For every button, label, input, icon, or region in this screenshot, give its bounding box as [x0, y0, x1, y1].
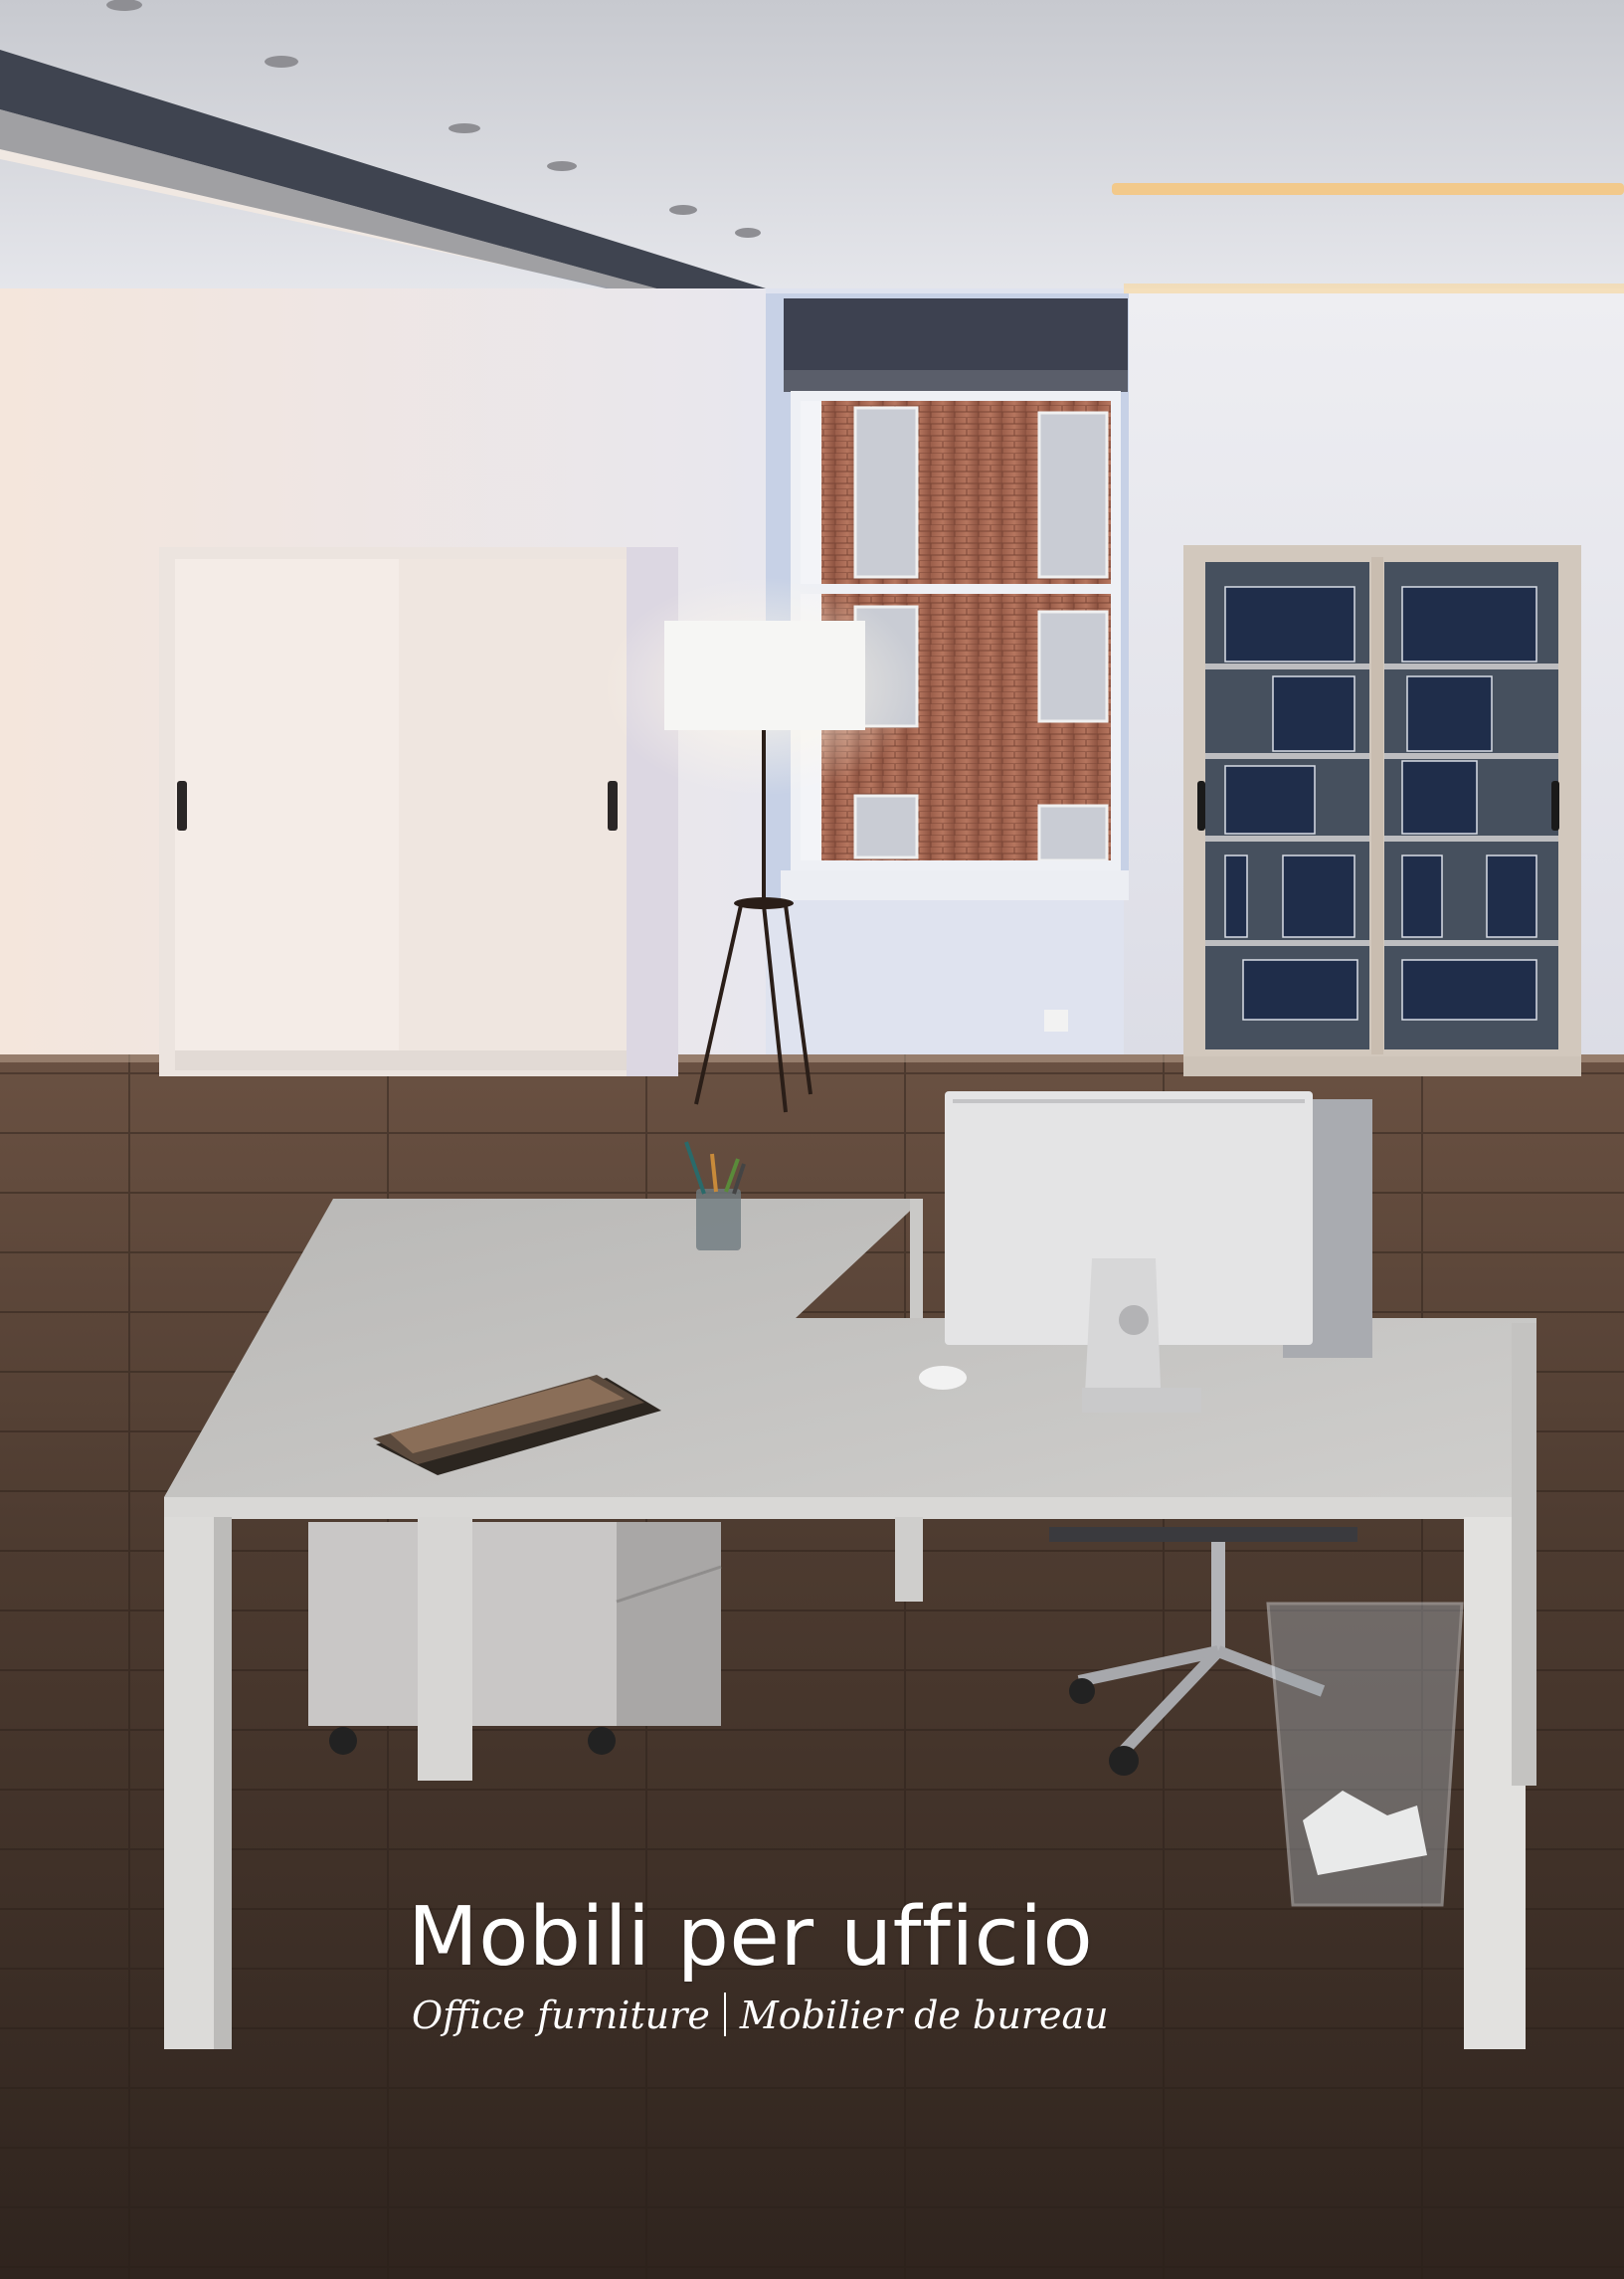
drawer-pedestal: [308, 1522, 722, 1755]
glass-door-bookcase: [1183, 545, 1581, 1076]
office-photo: [0, 0, 1624, 2279]
cover-scene: Mobili per ufficio Office furniture Mobil…: [0, 0, 1624, 2279]
wastebasket: [1266, 1602, 1464, 1907]
sliding-door-cabinet: [159, 547, 678, 1076]
mouse: [919, 1366, 967, 1390]
